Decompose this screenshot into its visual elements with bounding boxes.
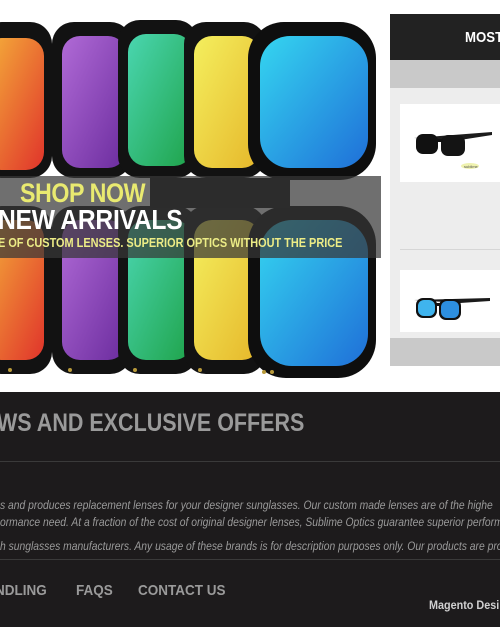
footer-disclaimer-line: h sunglasses manufacturers. Any usage of… <box>0 539 500 553</box>
footer-description-line: ormance need. At a fraction of the cost … <box>0 515 500 529</box>
footer-description-line: s and produces replacement lenses for yo… <box>0 498 493 512</box>
footer-credit-link[interactable]: Magento Desi <box>429 598 499 612</box>
sidebar-header: MOST <box>390 14 500 60</box>
banner-tagline: E OF CUSTOM LENSES. SUPERIOR OPTICS WITH… <box>0 235 343 250</box>
product-image-blue-mirror-sunglasses[interactable] <box>400 270 500 332</box>
sidebar-title: MOST <box>465 29 500 46</box>
product-image-black-sunglasses[interactable]: sublime <box>400 104 500 182</box>
shop-now-link[interactable]: SHOP NOW <box>20 180 146 207</box>
footer-divider <box>0 559 500 560</box>
footer-divider <box>0 461 500 462</box>
product-card[interactable]: sublime <box>400 104 500 182</box>
carousel-prev-button[interactable] <box>390 60 500 88</box>
carousel-next-button[interactable] <box>390 338 500 366</box>
footer-link-faqs[interactable]: FAQS <box>76 582 113 599</box>
product-divider <box>400 249 500 250</box>
brand-mark: sublime <box>464 164 479 169</box>
most-viewed-sidebar: MOST sublime <box>390 14 500 366</box>
footer-link-shipping-handling[interactable]: NDLING <box>0 582 47 599</box>
newsletter-heading: WS AND EXCLUSIVE OFFERS <box>0 409 305 437</box>
site-footer: WS AND EXCLUSIVE OFFERS s and produces r… <box>0 392 500 627</box>
hero-banner[interactable]: SHOP NOW NEW ARRIVALS E OF CUSTOM LENSES… <box>0 0 381 392</box>
new-arrivals-heading: NEW ARRIVALS <box>0 204 183 235</box>
footer-link-contact-us[interactable]: CONTACT US <box>138 582 225 599</box>
product-card[interactable] <box>400 270 500 332</box>
